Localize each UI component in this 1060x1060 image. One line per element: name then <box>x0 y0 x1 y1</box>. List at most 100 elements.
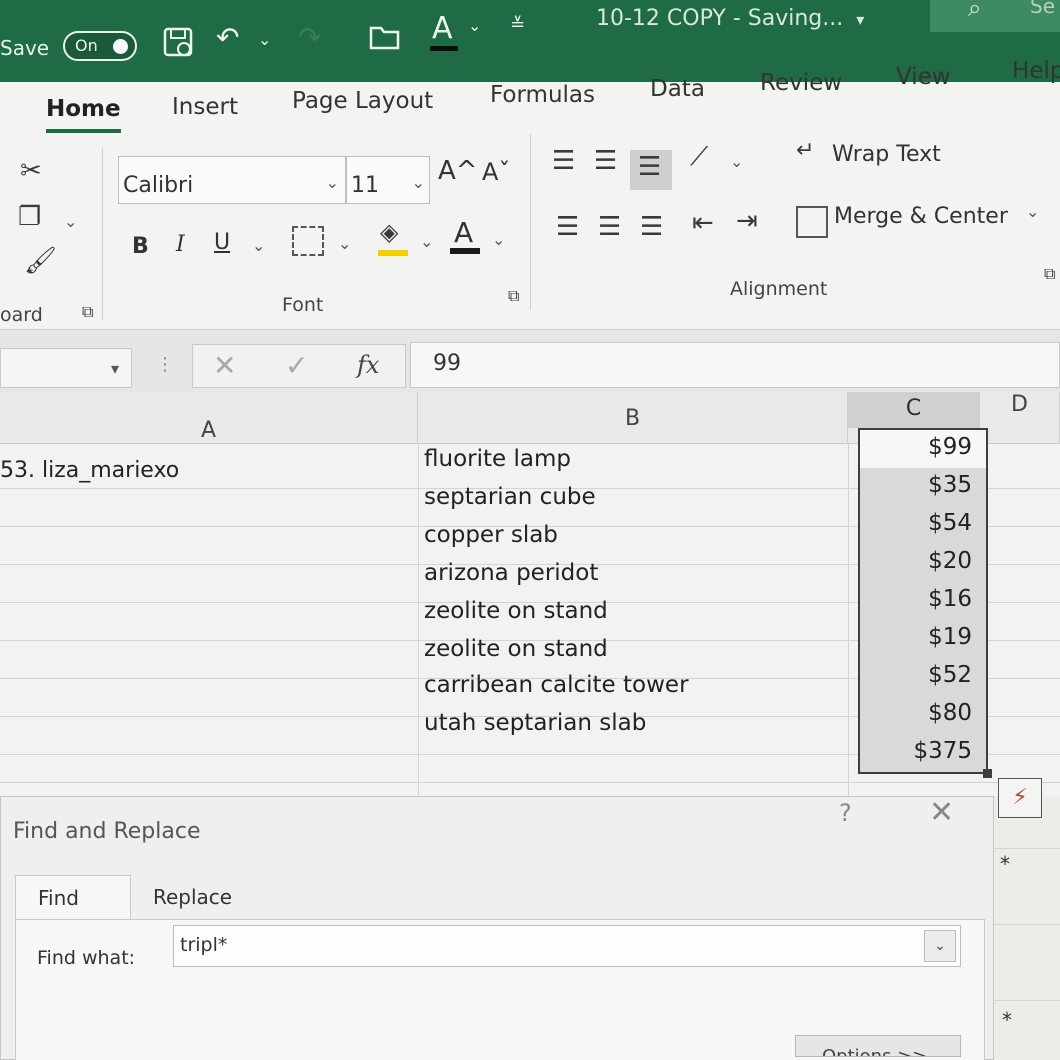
cell-a1[interactable]: 53. liza_mariexo <box>0 458 179 483</box>
align-middle-icon[interactable]: ☰ <box>594 148 617 174</box>
merge-center-icon[interactable] <box>796 206 828 238</box>
enter-icon[interactable]: ✓ <box>285 349 308 382</box>
chevron-down-icon[interactable]: ⌄ <box>492 230 505 249</box>
formula-bar-grip: ⋮ <box>156 354 174 375</box>
toggle-knob <box>113 39 128 54</box>
price-cell[interactable]: $35 <box>928 472 972 498</box>
dialog-launcher-icon[interactable]: ⧉ <box>82 304 93 320</box>
align-top-icon[interactable]: ☰ <box>552 148 575 174</box>
font-size-select[interactable]: 11 ⌄ <box>346 156 430 204</box>
tab-page-layout[interactable]: Page Layout <box>292 88 433 114</box>
price-cell[interactable]: $20 <box>928 548 972 574</box>
merge-center-button[interactable]: Merge & Center <box>834 204 1008 229</box>
shrink-font-button[interactable]: Aˇ <box>482 158 510 186</box>
orientation-icon[interactable]: ⟋ <box>690 144 708 170</box>
fill-handle[interactable] <box>983 769 992 778</box>
italic-button[interactable]: I <box>176 232 185 257</box>
chevron-down-icon[interactable]: ⌄ <box>730 152 743 171</box>
selected-range[interactable]: $99 $35 $54 $20 $16 $19 $52 $80 $375 <box>858 428 992 778</box>
formula-input[interactable]: 99 <box>410 342 1060 388</box>
chevron-down-icon: ⌄ <box>411 173 425 192</box>
item-cell[interactable]: arizona peridot <box>424 560 598 586</box>
align-right-icon[interactable]: ☰ <box>640 214 663 240</box>
chevron-down-icon[interactable]: ⌄ <box>468 18 481 34</box>
dialog-launcher-icon[interactable]: ⧉ <box>508 288 519 304</box>
price-cell[interactable]: $52 <box>928 662 972 688</box>
fill-color-icon[interactable]: ◈ <box>380 220 398 244</box>
wrap-text-icon[interactable]: ↵ <box>796 140 814 162</box>
format-painter-icon[interactable]: 🖌 <box>24 248 57 274</box>
worksheet-grid[interactable]: A B C D 53. liza_mariexo fluorite lamp s… <box>0 392 1060 796</box>
item-cell[interactable]: fluorite lamp <box>424 446 571 472</box>
bold-button[interactable]: B <box>132 234 149 259</box>
tab-review[interactable]: Review <box>760 70 842 96</box>
wrap-text-button[interactable]: Wrap Text <box>832 142 941 167</box>
price-cell[interactable]: $80 <box>928 700 972 726</box>
font-color-button[interactable]: A <box>454 216 473 249</box>
font-name-select[interactable]: Calibri ⌄ <box>118 156 346 204</box>
increase-indent-icon[interactable]: ⇥ <box>736 208 758 234</box>
chevron-down-icon[interactable]: ⌄ <box>924 930 956 962</box>
column-header-c[interactable]: C <box>848 392 980 428</box>
align-center-icon[interactable]: ☰ <box>598 214 621 240</box>
underline-button[interactable]: U <box>214 230 230 255</box>
ribbon: ✂ ❐ ⌄ 🖌 oard ⧉ Calibri ⌄ 11 ⌄ A^ Aˇ B I … <box>0 134 1060 330</box>
tab-find[interactable]: Find <box>15 875 131 919</box>
options-button[interactable]: Options >> <box>795 1035 961 1057</box>
column-header-b[interactable]: B <box>418 392 848 444</box>
tab-formulas[interactable]: Formulas <box>490 82 595 108</box>
borders-icon[interactable] <box>292 226 324 256</box>
chevron-down-icon: ⌄ <box>325 173 339 192</box>
quick-analysis-icon[interactable]: ⚡ <box>998 778 1042 818</box>
open-folder-icon[interactable] <box>368 22 402 57</box>
item-cell[interactable]: utah septarian slab <box>424 710 646 736</box>
cut-icon[interactable]: ✂ <box>20 158 42 184</box>
item-cell[interactable]: zeolite on stand <box>424 598 608 624</box>
name-box[interactable]: ▾ <box>0 348 132 388</box>
item-cell[interactable]: septarian cube <box>424 484 596 510</box>
tab-insert[interactable]: Insert <box>172 94 238 120</box>
autosave-toggle[interactable]: On <box>63 31 137 61</box>
align-left-icon[interactable]: ☰ <box>556 214 579 240</box>
close-icon[interactable]: ✕ <box>929 795 954 830</box>
dialog-launcher-icon[interactable]: ⧉ <box>1044 266 1055 282</box>
help-icon[interactable]: ? <box>839 799 852 827</box>
tab-data[interactable]: Data <box>650 76 705 102</box>
tab-home[interactable]: Home <box>46 96 121 122</box>
price-cell[interactable]: $54 <box>928 510 972 536</box>
find-what-input[interactable]: tripl* ⌄ <box>173 925 961 967</box>
asterisk-cell: * <box>1002 1008 1012 1032</box>
tab-replace[interactable]: Replace <box>131 875 254 919</box>
save-icon[interactable] <box>162 26 196 65</box>
item-cell[interactable]: zeolite on stand <box>424 636 608 662</box>
column-gridline <box>848 444 849 796</box>
price-cell[interactable]: $99 <box>928 434 972 460</box>
decrease-indent-icon[interactable]: ⇤ <box>692 210 714 236</box>
total-cell[interactable]: $375 <box>913 738 972 764</box>
cancel-icon[interactable]: ✕ <box>213 349 236 382</box>
chevron-down-icon[interactable]: ⌄ <box>252 236 265 255</box>
chevron-down-icon[interactable]: ⌄ <box>338 234 351 253</box>
undo-icon[interactable]: ↶ <box>216 24 239 52</box>
chevron-down-icon[interactable]: ⌄ <box>64 212 77 231</box>
price-cell[interactable]: $19 <box>928 624 972 650</box>
chevron-down-icon[interactable]: ⌄ <box>420 232 433 251</box>
find-replace-dialog: Find and Replace ? ✕ Find Replace Find w… <box>0 795 994 1060</box>
font-color-qat-icon[interactable]: A <box>432 14 453 44</box>
item-cell[interactable]: carribean calcite tower <box>424 672 689 698</box>
chevron-down-icon[interactable]: ⌄ <box>258 32 271 48</box>
group-divider <box>102 148 103 320</box>
font-color-qat-bar <box>430 46 458 51</box>
customize-qat-icon[interactable]: ≚ <box>510 16 525 34</box>
autosave-state: On <box>75 36 98 55</box>
tab-view[interactable]: View <box>896 64 951 90</box>
column-header-d[interactable]: D <box>980 392 1060 444</box>
price-cell[interactable]: $16 <box>928 586 972 612</box>
grow-font-button[interactable]: A^ <box>438 156 478 186</box>
copy-icon[interactable]: ❐ <box>18 204 41 230</box>
chevron-down-icon[interactable]: ⌄ <box>1026 202 1039 221</box>
item-cell[interactable]: copper slab <box>424 522 558 548</box>
tab-help[interactable]: Help <box>1012 58 1060 84</box>
column-header-a[interactable]: A <box>0 392 418 444</box>
insert-function-icon[interactable]: fx <box>357 351 379 379</box>
